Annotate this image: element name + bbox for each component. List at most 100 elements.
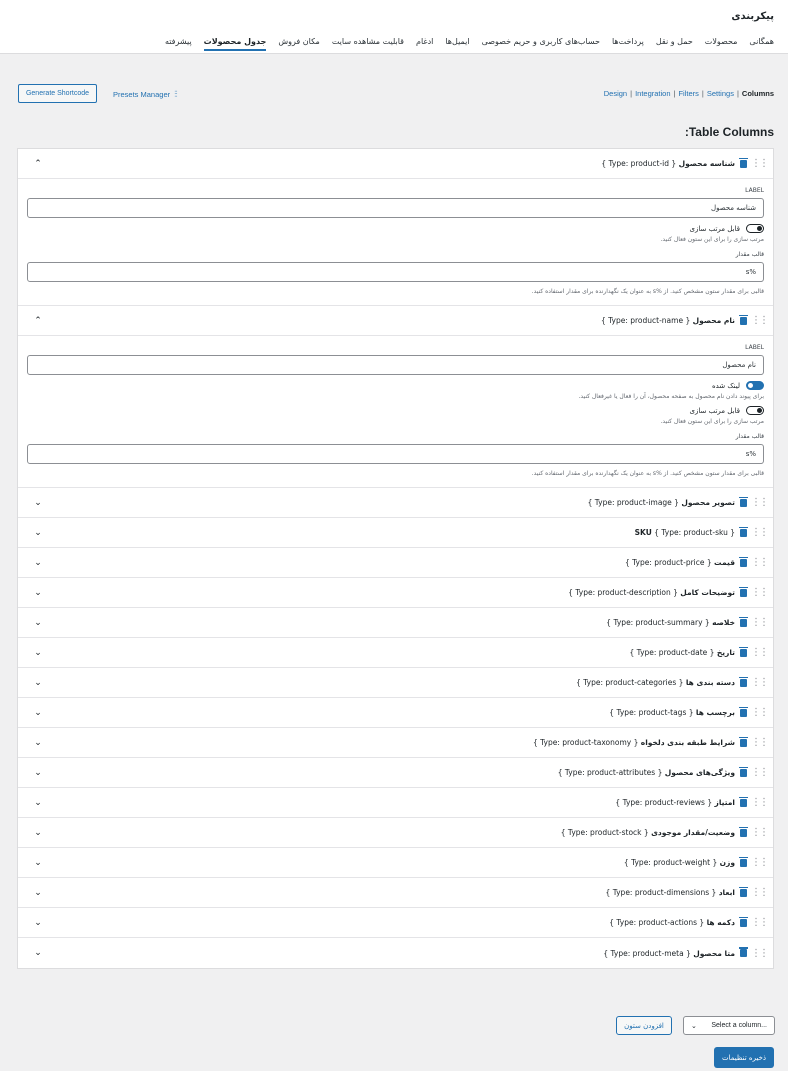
column-header[interactable]: ⋮⋮ قیمت { Type: product-price } ⌄ [18, 548, 773, 578]
chevron-down-icon[interactable]: ⌄ [32, 588, 44, 598]
linked-toggle[interactable] [746, 381, 764, 390]
drag-handle-icon[interactable]: ⋮⋮ [751, 315, 769, 326]
column-header[interactable]: ⋮⋮ متا محصول { Type: product-meta } ⌄ [18, 938, 773, 968]
subnav-columns[interactable]: Columns [742, 89, 774, 98]
drag-handle-icon[interactable]: ⋮⋮ [751, 677, 769, 688]
chevron-down-icon[interactable]: ⌄ [32, 678, 44, 688]
trash-icon[interactable] [739, 676, 748, 687]
chevron-down-icon[interactable]: ⌄ [32, 738, 44, 748]
chevron-down-icon[interactable]: ⌄ [32, 858, 44, 868]
drag-handle-icon[interactable]: ⋮⋮ [751, 917, 769, 928]
label-input[interactable]: نام محصول [27, 355, 764, 375]
drag-handle-icon[interactable]: ⋮⋮ [751, 857, 769, 868]
trash-icon[interactable] [739, 706, 748, 717]
trash-icon[interactable] [739, 736, 748, 747]
drag-handle-icon[interactable]: ⋮⋮ [751, 797, 769, 808]
chevron-down-icon[interactable]: ⌄ [32, 528, 44, 538]
tab-payments[interactable]: پرداخت‌ها [612, 37, 644, 51]
chevron-up-icon[interactable]: ⌃ [32, 159, 44, 169]
column-header[interactable]: ⋮⋮ وزن { Type: product-weight } ⌄ [18, 848, 773, 878]
column-header[interactable]: ⋮⋮ ویژگی‌های محصول { Type: product-attrib… [18, 758, 773, 788]
trash-icon[interactable] [739, 916, 748, 927]
column-header[interactable]: ⋮⋮ تصویر محصول { Type: product-image } ⌄ [18, 488, 773, 518]
drag-handle-icon[interactable]: ⋮⋮ [751, 158, 769, 169]
drag-handle-icon[interactable]: ⋮⋮ [751, 887, 769, 898]
save-settings-button[interactable]: ذخیره تنظیمات [714, 1047, 774, 1068]
trash-icon[interactable] [739, 586, 748, 597]
tab-general[interactable]: همگانی [749, 37, 774, 51]
sortable-toggle[interactable] [746, 406, 764, 415]
chevron-down-icon[interactable]: ⌄ [32, 828, 44, 838]
trash-icon[interactable] [739, 856, 748, 867]
subnav-design[interactable]: Design [604, 89, 627, 98]
tab-shipping[interactable]: حمل و نقل [656, 37, 693, 51]
column-header[interactable]: ⋮⋮ شناسه محصول { Type: product-id } ⌃ [18, 149, 773, 179]
tab-accounts-privacy[interactable]: حساب‌های کاربری و حریم خصوصی [482, 37, 600, 51]
column-header[interactable]: ⋮⋮ امتیاز { Type: product-reviews } ⌄ [18, 788, 773, 818]
tab-advanced[interactable]: پیشرفته [165, 37, 192, 51]
column-header[interactable]: ⋮⋮ وضعیت/مقدار موجودی { Type: product-sto… [18, 818, 773, 848]
tab-integration[interactable]: ادغام [416, 37, 433, 51]
column-header[interactable]: ⋮⋮ دکمه ها { Type: product-actions } ⌄ [18, 908, 773, 938]
template-input[interactable]: %s [27, 262, 764, 282]
chevron-down-icon[interactable]: ⌄ [32, 618, 44, 628]
generate-shortcode-button[interactable]: Generate Shortcode [18, 84, 97, 103]
trash-icon[interactable] [739, 947, 748, 957]
tab-site-visibility[interactable]: قابلیت مشاهده سایت [332, 37, 404, 51]
trash-icon[interactable] [739, 826, 748, 837]
sortable-toggle[interactable] [746, 224, 764, 233]
column-header[interactable]: ⋮⋮ SKU { Type: product-sku } ⌄ [18, 518, 773, 548]
chevron-up-icon[interactable]: ⌃ [32, 316, 44, 326]
chevron-down-icon[interactable]: ⌄ [32, 798, 44, 808]
chevron-down-icon[interactable]: ⌄ [32, 918, 44, 928]
trash-icon[interactable] [739, 556, 748, 567]
chevron-down-icon[interactable]: ⌄ [32, 498, 44, 508]
chevron-down-icon[interactable]: ⌄ [32, 768, 44, 778]
tab-products[interactable]: محصولات [705, 37, 738, 51]
trash-icon[interactable] [739, 157, 748, 168]
trash-icon[interactable] [739, 616, 748, 627]
trash-icon[interactable] [739, 886, 748, 897]
trash-icon[interactable] [739, 526, 748, 537]
chevron-down-icon[interactable]: ⌄ [32, 888, 44, 898]
drag-handle-icon[interactable]: ⋮⋮ [751, 557, 769, 568]
drag-handle-icon[interactable]: ⋮⋮ [751, 707, 769, 718]
trash-icon[interactable] [739, 496, 748, 507]
tab-emails[interactable]: ایمیل‌ها [445, 37, 469, 51]
drag-handle-icon[interactable]: ⋮⋮ [751, 617, 769, 628]
subnav-filters[interactable]: Filters [678, 89, 698, 98]
column-header[interactable]: ⋮⋮ برچسب ها { Type: product-tags } ⌄ [18, 698, 773, 728]
trash-icon[interactable] [739, 646, 748, 657]
drag-handle-icon[interactable]: ⋮⋮ [751, 827, 769, 838]
column-header[interactable]: ⋮⋮ تاریخ { Type: product-date } ⌄ [18, 638, 773, 668]
column-header[interactable]: ⋮⋮ دسته بندی ها { Type: product-categorie… [18, 668, 773, 698]
column-header[interactable]: ⋮⋮ نام محصول { Type: product-name } ⌃ [18, 306, 773, 336]
drag-handle-icon[interactable]: ⋮⋮ [751, 767, 769, 778]
chevron-down-icon[interactable]: ⌄ [32, 708, 44, 718]
subnav-integration[interactable]: Integration [635, 89, 670, 98]
column-select[interactable]: ⌄ Select a column... [683, 1016, 775, 1035]
chevron-down-icon[interactable]: ⌄ [32, 558, 44, 568]
chevron-down-icon[interactable]: ⌄ [32, 648, 44, 658]
column-header[interactable]: ⋮⋮ خلاصه { Type: product-summary } ⌄ [18, 608, 773, 638]
column-header[interactable]: ⋮⋮ توضیحات کامل { Type: product-descripti… [18, 578, 773, 608]
tab-point-of-sale[interactable]: مکان فروش [278, 37, 319, 51]
drag-handle-icon[interactable]: ⋮⋮ [751, 587, 769, 598]
template-input[interactable]: %s [27, 444, 764, 464]
trash-icon[interactable] [739, 314, 748, 325]
add-column-button[interactable]: افزودن ستون [616, 1016, 672, 1035]
trash-icon[interactable] [739, 796, 748, 807]
presets-manager-link[interactable]: Presets Manager ⫶⫶ [113, 89, 177, 100]
chevron-down-icon[interactable]: ⌄ [32, 948, 44, 958]
trash-icon[interactable] [739, 766, 748, 777]
drag-handle-icon[interactable]: ⋮⋮ [751, 647, 769, 658]
subnav-settings[interactable]: Settings [707, 89, 734, 98]
label-input[interactable]: شناسه محصول [27, 198, 764, 218]
drag-handle-icon[interactable]: ⋮⋮ [751, 527, 769, 538]
column-header[interactable]: ⋮⋮ ابعاد { Type: product-dimensions } ⌄ [18, 878, 773, 908]
drag-handle-icon[interactable]: ⋮⋮ [751, 737, 769, 748]
tab-product-table[interactable]: جدول محصولات [203, 37, 267, 51]
drag-handle-icon[interactable]: ⋮⋮ [751, 497, 769, 508]
drag-handle-icon[interactable]: ⋮⋮ [751, 948, 769, 959]
column-header[interactable]: ⋮⋮ شرایط طبقه بندی دلخواه { Type: product… [18, 728, 773, 758]
